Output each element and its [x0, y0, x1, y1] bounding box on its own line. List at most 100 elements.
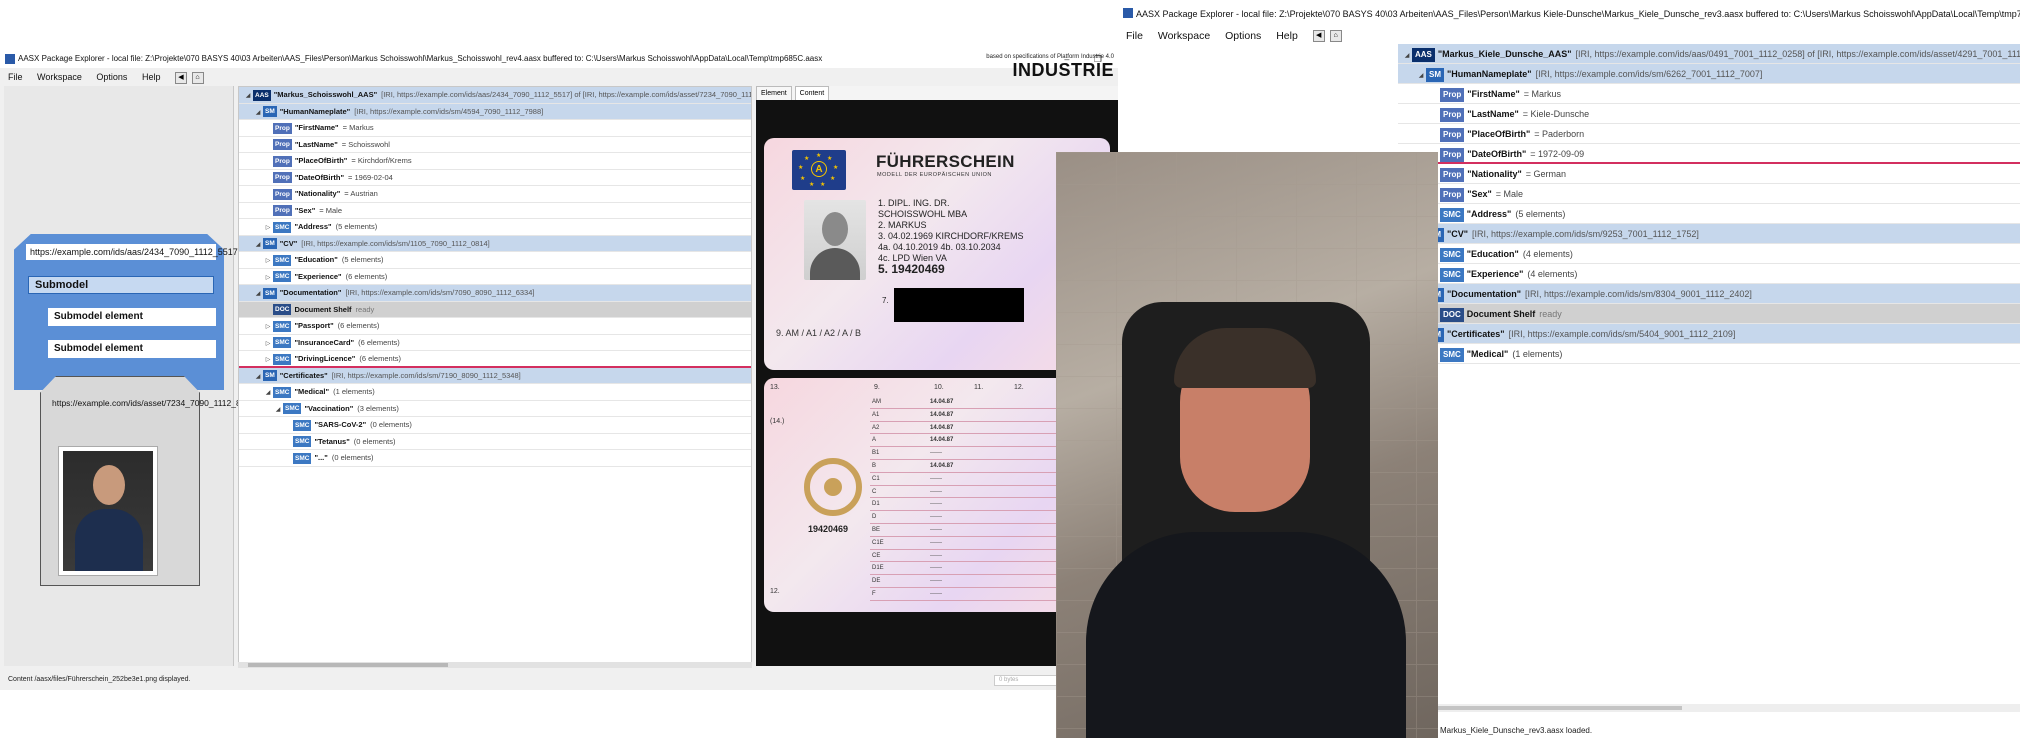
- menu-workspace[interactable]: Workspace: [1158, 30, 1210, 42]
- element-type-badge: SM: [263, 238, 277, 250]
- menu-workspace[interactable]: Workspace: [37, 72, 82, 82]
- tree-row[interactable]: ▷ SMC "DrivingLicence" (6 elements): [239, 351, 751, 368]
- title-bar: AASX Package Explorer - local file: Z:\P…: [1118, 0, 2020, 26]
- tree-row[interactable]: SMC "Experience" (4 elements): [1398, 264, 2020, 284]
- tree-row[interactable]: Prop "DateOfBirth" = 1972-09-09: [1398, 144, 2020, 164]
- element-info: (6 elements): [358, 337, 400, 347]
- expand-toggle-icon[interactable]: ▷: [263, 352, 273, 366]
- expand-toggle-icon[interactable]: ◢: [1416, 66, 1426, 83]
- licence-category-date: 14.04.87: [930, 462, 954, 469]
- tree-row[interactable]: Prop "Nationality" = Austrian: [239, 186, 751, 203]
- tree-row[interactable]: ▷ SMC "Passport" (6 elements): [239, 318, 751, 335]
- back-arrow-icon[interactable]: ◀: [1312, 30, 1325, 43]
- expand-toggle-icon[interactable]: ▷: [263, 319, 273, 334]
- licence-category-date: 14.04.87: [930, 424, 954, 431]
- element-info: [IRI, https://example.com/ids/sm/7190_80…: [331, 370, 521, 380]
- tree-row[interactable]: ▷ SMC "InsuranceCard" (6 elements): [239, 335, 751, 351]
- tree-row[interactable]: SMC "Education" (4 elements): [1398, 244, 2020, 264]
- expand-toggle-icon[interactable]: ◢: [253, 237, 263, 252]
- element-type-badge: Prop: [273, 139, 292, 151]
- tree-row[interactable]: DOC Document Shelf ready: [1398, 304, 2020, 324]
- horizontal-scrollbar[interactable]: [238, 662, 752, 668]
- horizontal-scrollbar[interactable]: [1398, 704, 2020, 712]
- tree-row[interactable]: SM"Certificates"[IRI, https://example.co…: [1398, 324, 2020, 344]
- tree-row[interactable]: SMC "Tetanus" (0 elements): [239, 434, 751, 450]
- menu-help[interactable]: Help: [142, 72, 161, 82]
- expand-toggle-icon[interactable]: ▷: [263, 270, 273, 285]
- element-name: "PlaceOfBirth": [294, 156, 348, 165]
- tree-row[interactable]: Prop "PlaceOfBirth" = Kirchdorf/Krems: [239, 153, 751, 170]
- expand-toggle-icon[interactable]: ◢: [253, 369, 263, 384]
- expand-toggle-icon[interactable]: ◢: [263, 385, 273, 400]
- licence-category: D1E: [872, 565, 884, 572]
- menu-help[interactable]: Help: [1276, 30, 1298, 42]
- tree-row[interactable]: Prop "Nationality" = German: [1398, 164, 2020, 184]
- aas-tree[interactable]: ◢ AAS "Markus_Kiele_Dunsche_AAS" [IRI, http…: [1398, 44, 2020, 714]
- expand-toggle-icon[interactable]: ◢: [253, 105, 263, 120]
- element-type-badge: Prop: [273, 172, 292, 184]
- element-name: "DrivingLicence": [294, 354, 356, 363]
- expand-toggle-icon[interactable]: ▷: [263, 253, 273, 268]
- tree-row[interactable]: Prop "PlaceOfBirth" = Paderborn: [1398, 124, 2020, 144]
- asset-photo: [58, 446, 158, 576]
- tree-row[interactable]: SMC "SARS-CoV-2" (0 elements): [239, 417, 751, 434]
- back-arrow-icon[interactable]: ◀: [174, 71, 187, 84]
- tree-row[interactable]: Prop "Sex" = Male: [1398, 184, 2020, 204]
- menu-bar: File Workspace Options Help ◀ ⌂: [1118, 26, 2020, 46]
- licence-fields: 1. DIPL. ING. DR. SCHOISSWOHL MBA 2. MAR…: [878, 198, 1024, 275]
- tree-row[interactable]: ◢ SMC "Vaccination" (3 elements): [239, 401, 751, 417]
- element-type-badge: SMC: [1440, 267, 1464, 282]
- tree-row[interactable]: SM"Documentation"[IRI, https://example.c…: [1398, 284, 2020, 304]
- aasx-explorer-window-1: AASX Package Explorer - local file: Z:\P…: [0, 50, 1118, 690]
- tree-row[interactable]: ◢ SM "HumanNameplate" [IRI, https://example…: [1398, 64, 2020, 84]
- tree-row[interactable]: SM"CV"[IRI, https://example.com/ids/sm/9…: [1398, 224, 2020, 244]
- tree-row[interactable]: ◢ SM "Documentation" [IRI, https://example.…: [239, 285, 751, 302]
- element-name: "Markus_Kiele_Dunsche_AAS": [1437, 49, 1572, 59]
- element-info: (0 elements): [331, 453, 374, 462]
- tree-row[interactable]: Prop "FirstName" = Markus: [1398, 84, 2020, 104]
- expand-toggle-icon[interactable]: ◢: [243, 88, 253, 103]
- element-info: (5 elements): [341, 255, 384, 264]
- licence-category: D: [872, 514, 877, 521]
- aas-tree[interactable]: ◢ AAS "Markus_Schoisswohl_AAS" [IRI, https:…: [238, 86, 752, 666]
- tree-row[interactable]: ◢ AAS "Markus_Schoisswohl_AAS" [IRI, https:…: [239, 87, 751, 104]
- expand-toggle-icon[interactable]: ◢: [273, 402, 283, 417]
- licence-category-date: 14.04.87: [930, 437, 954, 444]
- menu-file[interactable]: File: [8, 72, 23, 82]
- tree-row[interactable]: ▷ SMC "Experience" (6 elements): [239, 269, 751, 285]
- expand-toggle-icon[interactable]: ▷: [263, 336, 273, 351]
- element-name: "LastName": [1467, 109, 1519, 119]
- expand-toggle-icon[interactable]: ◢: [1402, 46, 1412, 63]
- menu-options[interactable]: Options: [96, 72, 127, 82]
- licence-line: 4a. 04.10.2019 4b. 03.10.2034: [878, 242, 1001, 252]
- tree-row[interactable]: DOC Document Shelf ready: [239, 301, 751, 318]
- tree-row[interactable]: ◢ SM "Certificates" [IRI, https://example.c…: [239, 367, 751, 384]
- tree-row[interactable]: Prop "FirstName" = Markus: [239, 120, 751, 137]
- tree-row[interactable]: ◢ SM "CV" [IRI, https://example.com/ids/sm/…: [239, 235, 751, 252]
- tree-row[interactable]: ▷ SMC "Address" (5 elements): [239, 219, 751, 236]
- menu-file[interactable]: File: [1126, 30, 1143, 42]
- tree-row[interactable]: ▷ SMC "Education" (5 elements): [239, 252, 751, 269]
- tree-row[interactable]: SMC "Address" (5 elements): [1398, 204, 2020, 224]
- austria-emblem-icon: [804, 458, 862, 516]
- tree-row[interactable]: SMC "..." (0 elements): [239, 450, 751, 467]
- tree-row[interactable]: Prop "LastName" = Schoisswohl: [239, 137, 751, 153]
- element-name: "DateOfBirth": [294, 172, 345, 182]
- tree-row[interactable]: Prop "LastName" = Kiele-Dunsche: [1398, 104, 2020, 124]
- home-icon[interactable]: ⌂: [1329, 30, 1342, 43]
- element-name: "Tetanus": [314, 436, 350, 446]
- menu-options[interactable]: Options: [1225, 30, 1261, 42]
- licence-category: B: [872, 462, 877, 469]
- tree-row[interactable]: ◢ SM "HumanNameplate" [IRI, https://example…: [239, 103, 751, 120]
- tree-row[interactable]: ◢ AAS "Markus_Kiele_Dunsche_AAS" [IRI, http…: [1398, 44, 2020, 64]
- element-name: "Certificates": [279, 370, 328, 380]
- home-icon[interactable]: ⌂: [191, 71, 204, 84]
- tree-row[interactable]: SMC "Medical" (1 elements): [1398, 344, 2020, 364]
- tree-row[interactable]: Prop "Sex" = Male: [239, 203, 751, 219]
- tree-row[interactable]: ◢ SMC "Medical" (1 elements): [239, 384, 751, 401]
- tree-row[interactable]: Prop "DateOfBirth" = 1969-02-04: [239, 170, 751, 186]
- element-info: (1 elements): [1512, 349, 1563, 359]
- expand-toggle-icon[interactable]: ◢: [253, 286, 263, 301]
- licence-category: DE: [872, 578, 881, 585]
- expand-toggle-icon[interactable]: ▷: [263, 220, 273, 235]
